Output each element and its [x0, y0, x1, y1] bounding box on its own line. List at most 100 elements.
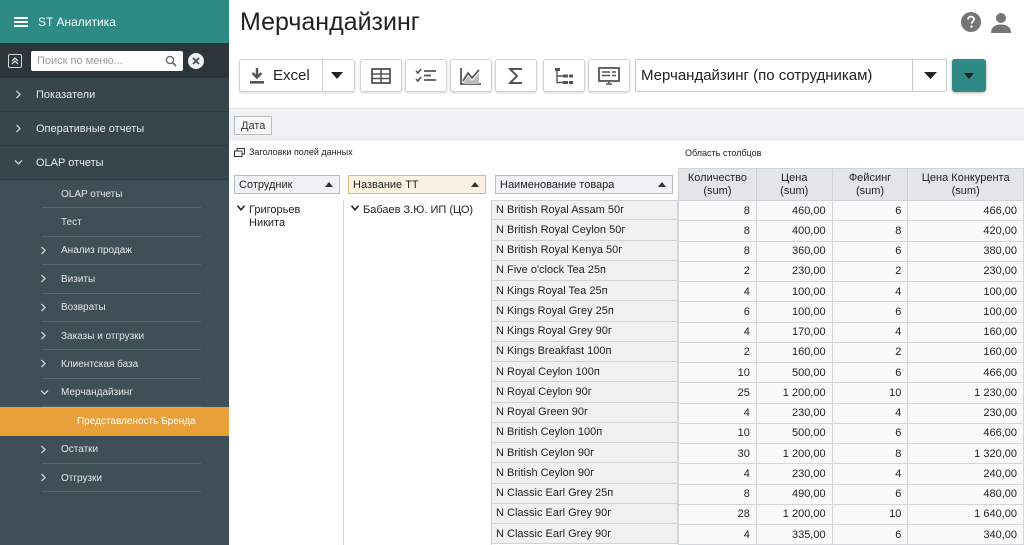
data-cell-facing[interactable]: 4	[831, 463, 909, 485]
data-cell-facing[interactable]: 6	[831, 199, 909, 222]
data-cell-price[interactable]: 100,00	[755, 280, 833, 303]
store-row-header[interactable]: Бабаев З.Ю. ИП (ЦО)	[351, 204, 473, 217]
hierarchy-button[interactable]	[543, 59, 585, 92]
product-row-header[interactable]: N Kings Royal Grey 90г	[491, 321, 678, 342]
data-cell-price[interactable]: 500,00	[755, 361, 833, 384]
data-cell-facing[interactable]: 4	[831, 280, 909, 303]
data-cell-comp[interactable]: 380,00	[907, 240, 1024, 262]
data-cell-qty[interactable]: 6	[678, 301, 757, 323]
product-row-header[interactable]: N Classic Earl Grey 90г	[491, 524, 678, 545]
data-cell-qty[interactable]: 28	[678, 503, 757, 526]
data-cell-comp[interactable]: 240,00	[907, 463, 1024, 485]
data-cell-price[interactable]: 360,00	[755, 240, 833, 262]
sidebar-item-top[interactable]: Показатели	[0, 78, 229, 112]
sidebar-item-top[interactable]: Оперативные отчеты	[0, 112, 229, 146]
data-cell-qty[interactable]: 4	[678, 280, 757, 303]
product-row-header[interactable]: N British Royal Ceylon 50г	[491, 220, 678, 241]
product-row-header[interactable]: N Five o'clock Tea 25п	[491, 260, 678, 281]
sidebar-subitem[interactable]: Отгрузки	[0, 464, 229, 493]
help-icon[interactable]	[961, 12, 981, 37]
data-cell-price[interactable]: 1 200,00	[755, 382, 833, 404]
data-cell-facing[interactable]: 6	[831, 301, 909, 323]
layout-button[interactable]	[588, 59, 630, 92]
product-row-header[interactable]: N Kings Royal Tea 25п	[491, 281, 678, 302]
clear-search-icon[interactable]	[188, 52, 204, 69]
data-cell-comp[interactable]: 1 640,00	[907, 503, 1024, 526]
data-cell-facing[interactable]: 4	[831, 402, 909, 424]
row-header-product[interactable]: Наименование товара	[495, 175, 673, 194]
excel-dropdown-icon[interactable]	[331, 72, 343, 80]
data-cell-comp[interactable]: 466,00	[907, 361, 1024, 384]
data-cell-price[interactable]: 1 200,00	[755, 503, 833, 526]
product-row-header[interactable]: N Royal Ceylon 100п	[491, 362, 678, 383]
data-cell-price[interactable]: 230,00	[755, 402, 833, 424]
product-row-header[interactable]: N Classic Earl Grey 90г	[491, 503, 678, 524]
row-header-store[interactable]: Название ТТ	[348, 175, 486, 194]
data-cell-price[interactable]: 490,00	[755, 483, 833, 505]
data-cell-comp[interactable]: 1 320,00	[907, 442, 1024, 465]
data-cell-facing[interactable]: 6	[831, 483, 909, 505]
row-header-employee[interactable]: Сотрудник	[234, 175, 340, 194]
data-cell-price[interactable]: 1 200,00	[755, 442, 833, 465]
data-cell-facing[interactable]: 4	[831, 321, 909, 343]
table-view-button[interactable]	[360, 59, 402, 92]
sidebar-subitem[interactable]: Клиентская база	[0, 350, 229, 379]
data-cell-facing[interactable]: 10	[831, 503, 909, 526]
data-cell-qty[interactable]: 8	[678, 220, 757, 242]
sort-asc-icon[interactable]	[471, 182, 479, 187]
data-cell-qty[interactable]: 10	[678, 422, 757, 445]
chart-button[interactable]	[450, 59, 492, 92]
data-cell-price[interactable]: 460,00	[755, 199, 833, 222]
column-header[interactable]: Цена Конкурента (sum)	[907, 168, 1024, 201]
data-cell-comp[interactable]: 100,00	[907, 280, 1024, 303]
data-cell-price[interactable]: 160,00	[755, 341, 833, 364]
sidebar-subitem[interactable]: Тест	[0, 208, 229, 237]
data-cell-qty[interactable]: 8	[678, 483, 757, 505]
sidebar-subitem[interactable]: Заказы и отгрузки	[0, 322, 229, 351]
column-header[interactable]: Фейсинг (sum)	[831, 168, 909, 201]
product-row-header[interactable]: N British Ceylon 90г	[491, 463, 678, 484]
data-cell-qty[interactable]: 8	[678, 199, 757, 222]
data-cell-qty[interactable]: 4	[678, 523, 757, 545]
product-row-header[interactable]: N British Ceylon 100п	[491, 422, 678, 443]
product-row-header[interactable]: N Royal Green 90г	[491, 402, 678, 423]
sidebar-subitem[interactable]: Остатки	[0, 436, 229, 464]
data-cell-comp[interactable]: 480,00	[907, 483, 1024, 505]
date-filter-chip[interactable]: Дата	[234, 116, 273, 135]
report-view-select[interactable]: Мерчандайзинг (по сотрудникам)	[635, 59, 947, 92]
data-cell-facing[interactable]: 6	[831, 361, 909, 384]
data-cell-price[interactable]: 335,00	[755, 523, 833, 545]
sidebar-item-top[interactable]: OLAP отчеты	[0, 146, 229, 180]
fields-list-button[interactable]	[405, 59, 447, 92]
data-cell-comp[interactable]: 160,00	[907, 341, 1024, 364]
product-row-header[interactable]: N Kings Breakfast 100п	[491, 341, 678, 362]
data-cell-facing[interactable]: 8	[831, 220, 909, 242]
data-cell-comp[interactable]: 466,00	[907, 422, 1024, 445]
data-cell-comp[interactable]: 100,00	[907, 301, 1024, 323]
data-cell-price[interactable]: 400,00	[755, 220, 833, 242]
product-row-header[interactable]: N Classic Earl Grey 25п	[491, 483, 678, 504]
collapse-all-icon[interactable]	[8, 53, 22, 68]
expand-chevron-icon[interactable]	[351, 205, 359, 211]
data-cell-comp[interactable]: 160,00	[907, 321, 1024, 343]
column-header[interactable]: Количество (sum)	[678, 168, 757, 201]
search-icon[interactable]	[165, 55, 177, 67]
hamburger-menu-icon[interactable]	[14, 16, 28, 27]
sidebar-subitem[interactable]: Мерчандайзинг	[0, 379, 229, 408]
data-cell-qty[interactable]: 2	[678, 341, 757, 364]
sidebar-item-active[interactable]: Представленость Бренда	[0, 407, 229, 436]
excel-export-button[interactable]: Excel	[239, 59, 355, 92]
data-cell-comp[interactable]: 230,00	[907, 260, 1024, 283]
sidebar-subitem[interactable]: OLAP отчеты	[0, 180, 229, 209]
data-cell-comp[interactable]: 340,00	[907, 523, 1024, 545]
expand-chevron-icon[interactable]	[237, 205, 245, 211]
data-cell-facing[interactable]: 6	[831, 523, 909, 545]
data-cell-qty[interactable]: 8	[678, 240, 757, 262]
report-menu-button[interactable]	[952, 59, 986, 92]
data-cell-price[interactable]: 230,00	[755, 260, 833, 283]
data-cell-qty[interactable]: 25	[678, 382, 757, 404]
data-cell-qty[interactable]: 4	[678, 321, 757, 343]
sidebar-subitem[interactable]: Возвраты	[0, 294, 229, 322]
data-cell-price[interactable]: 170,00	[755, 321, 833, 343]
sort-asc-icon[interactable]	[658, 182, 666, 187]
